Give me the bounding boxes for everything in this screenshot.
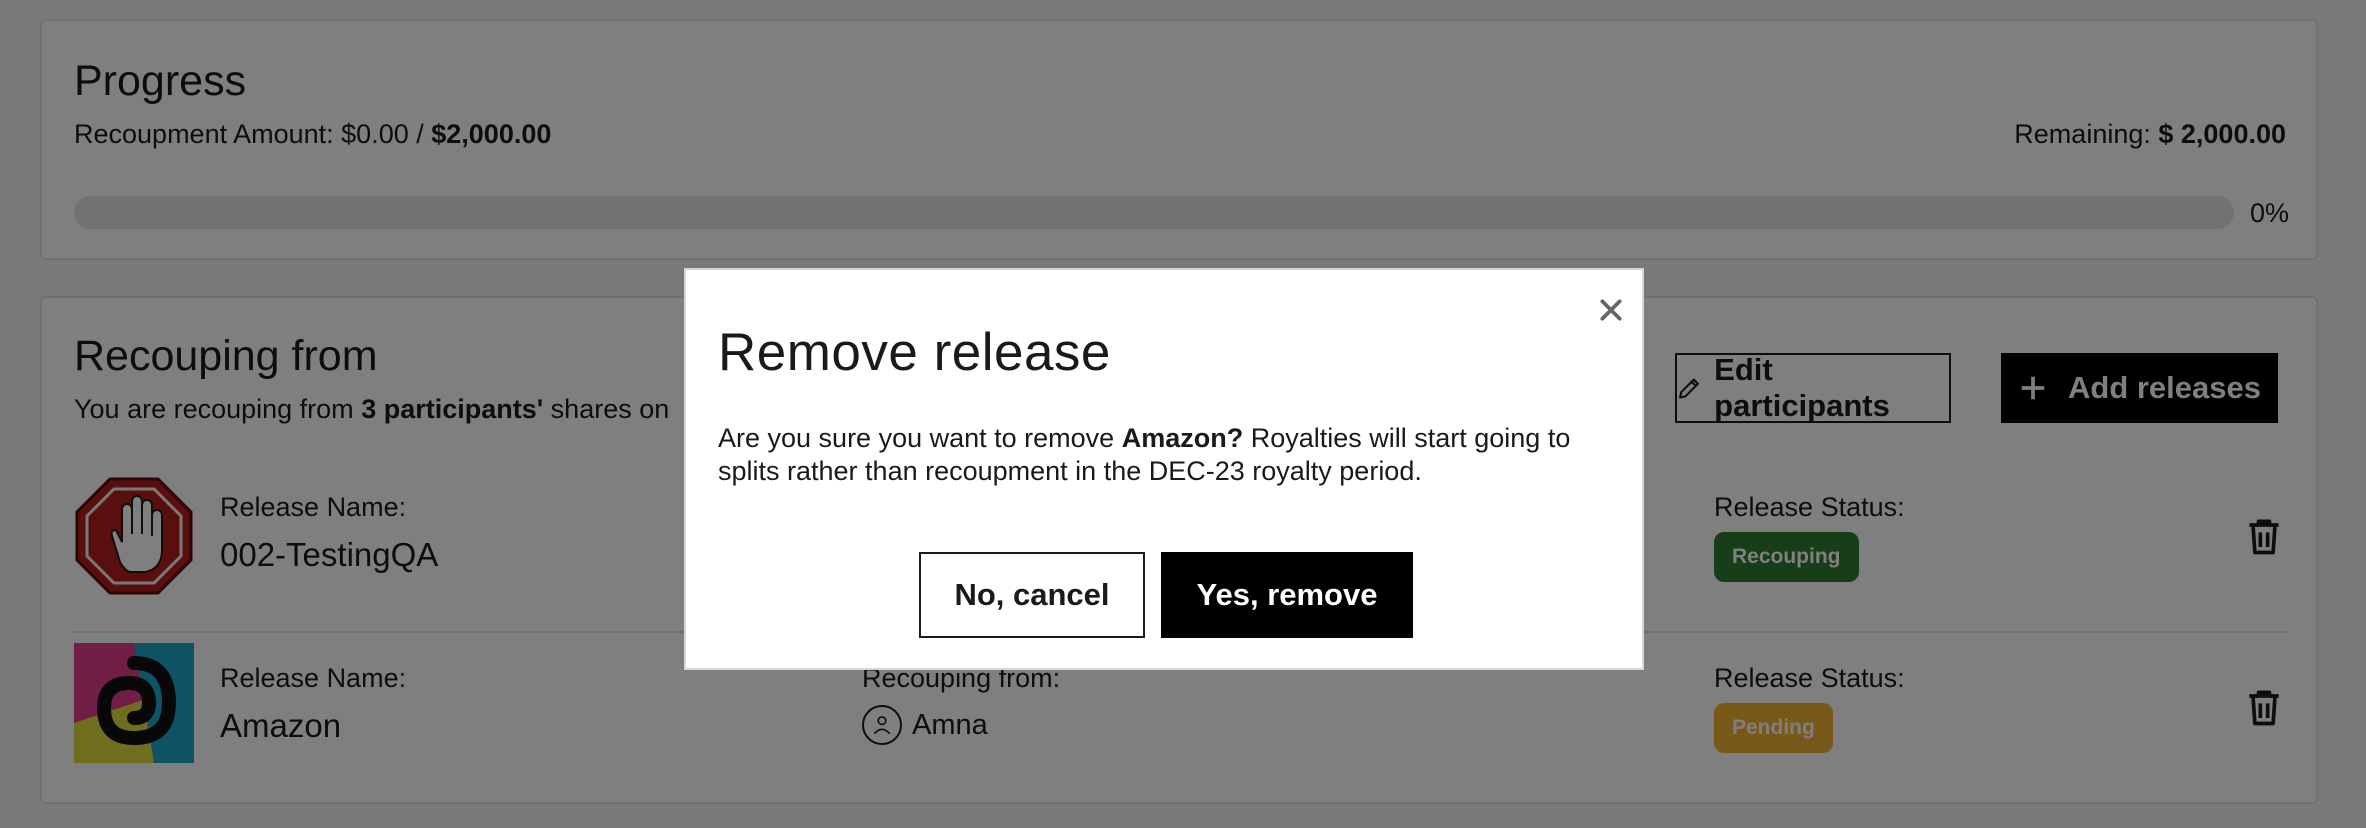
cancel-button[interactable]: No, cancel bbox=[919, 552, 1145, 638]
close-icon bbox=[1600, 299, 1622, 321]
dialog-message: Are you sure you want to remove Amazon? … bbox=[718, 423, 1571, 486]
remove-release-dialog: Remove release Are you sure you want to … bbox=[684, 268, 1644, 670]
dialog-title: Remove release bbox=[718, 323, 1111, 382]
confirm-remove-button[interactable]: Yes, remove bbox=[1161, 552, 1413, 638]
close-button[interactable] bbox=[1591, 290, 1631, 330]
